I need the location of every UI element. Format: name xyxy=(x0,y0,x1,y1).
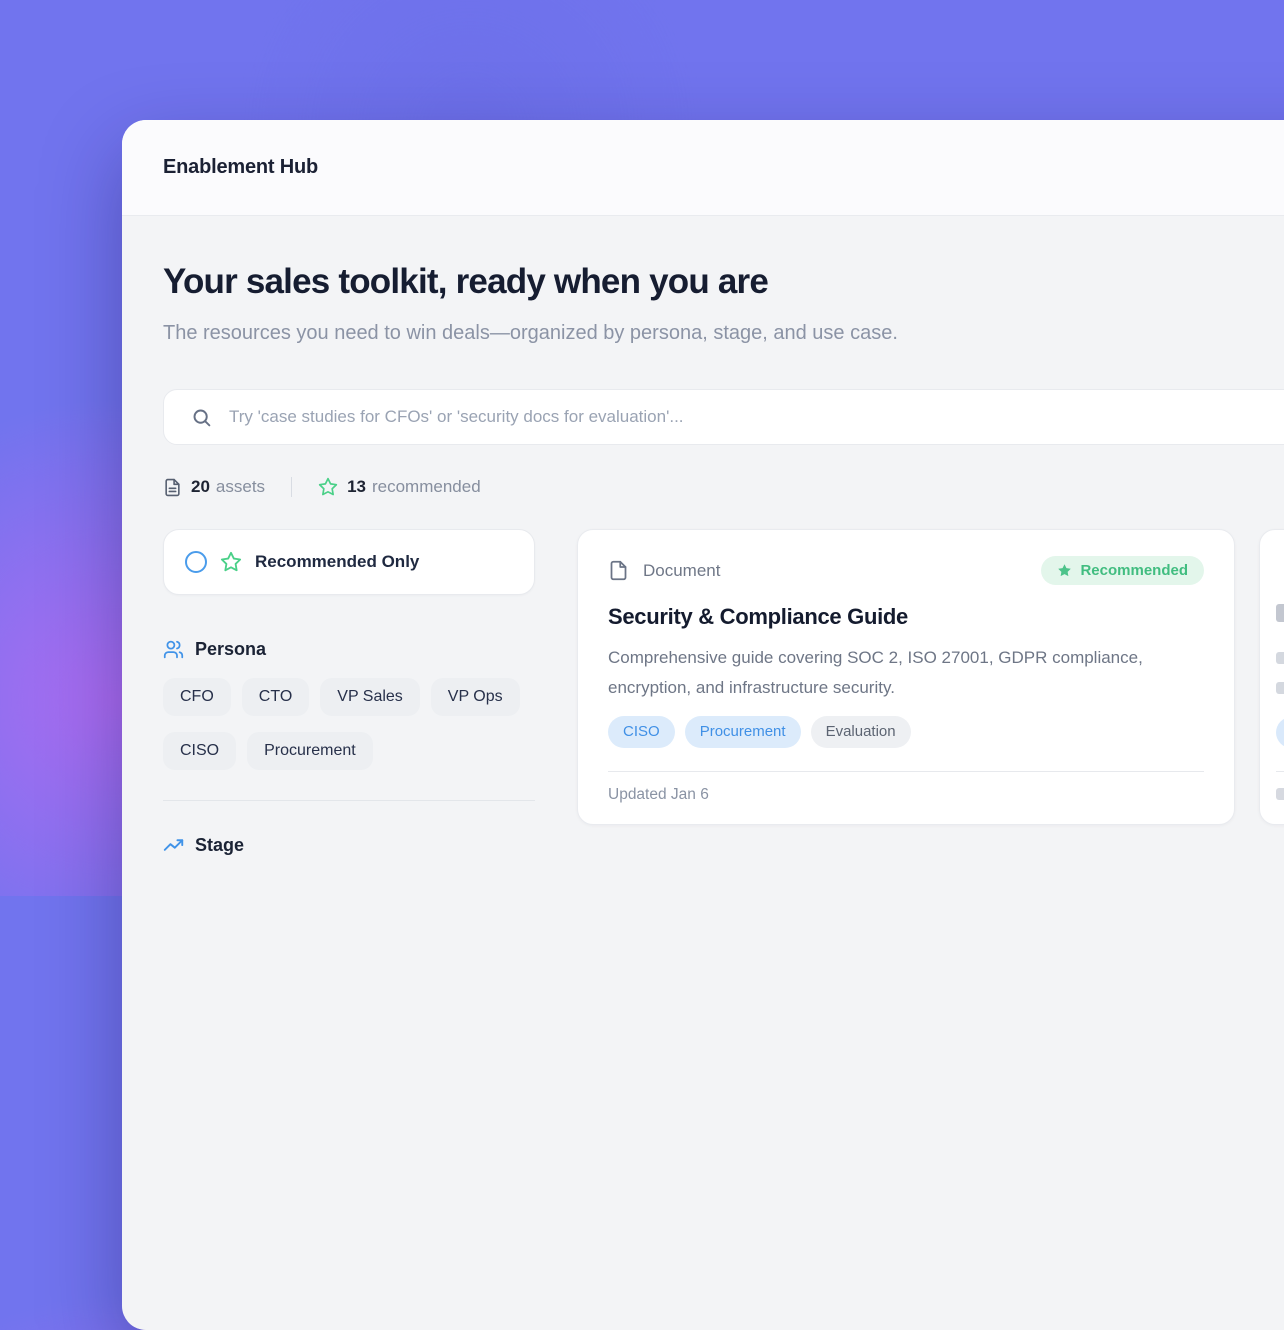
partial-tag-fragment xyxy=(1276,717,1284,748)
card-updated: Updated Jan 6 xyxy=(608,786,1204,804)
persona-chip-ciso[interactable]: CISO xyxy=(163,732,236,770)
card-type-label: Document xyxy=(643,561,720,581)
stats-row: 20 assets 13 recommended xyxy=(163,477,1284,497)
card-tags: CISO Procurement Evaluation xyxy=(608,716,1204,748)
card-description: Comprehensive guide covering SOC 2, ISO … xyxy=(608,643,1204,703)
stage-header: Stage xyxy=(163,835,535,856)
app-window: Enablement Hub Your sales toolkit, ready… xyxy=(122,120,1284,1330)
partial-title-fragment xyxy=(1276,604,1284,622)
persona-chip-cfo[interactable]: CFO xyxy=(163,678,231,716)
recommended-stat: 13 recommended xyxy=(318,477,481,497)
radio-circle[interactable] xyxy=(185,551,207,573)
card-top-row: Document Recommended xyxy=(608,556,1204,585)
persona-chip-cto[interactable]: CTO xyxy=(242,678,309,716)
persona-chip-procurement[interactable]: Procurement xyxy=(247,732,373,770)
users-icon xyxy=(163,639,195,660)
assets-label: assets xyxy=(216,477,265,497)
tag-procurement[interactable]: Procurement xyxy=(685,716,801,748)
card-divider xyxy=(608,771,1204,772)
recommended-only-label: Recommended Only xyxy=(255,552,419,572)
persona-title: Persona xyxy=(195,639,266,660)
app-title: Enablement Hub xyxy=(163,156,318,179)
partial-description-fragment xyxy=(1276,652,1284,664)
page-title: Your sales toolkit, ready when you are xyxy=(163,262,1284,302)
partial-description-fragment xyxy=(1276,682,1284,694)
partial-updated-fragment xyxy=(1276,788,1284,800)
assets-stat: 20 assets xyxy=(163,477,265,497)
card-title: Security & Compliance Guide xyxy=(608,604,1204,630)
search-input[interactable] xyxy=(227,406,1284,428)
tag-evaluation[interactable]: Evaluation xyxy=(811,716,911,748)
tag-ciso[interactable]: CISO xyxy=(608,716,675,748)
persona-header: Persona xyxy=(163,639,535,660)
stage-title: Stage xyxy=(195,835,244,856)
card-type: Document xyxy=(608,559,720,582)
window-body: Your sales toolkit, ready when you are T… xyxy=(122,216,1284,856)
search-bar[interactable] xyxy=(163,389,1284,445)
search-icon xyxy=(191,407,212,428)
asset-card-partial[interactable] xyxy=(1259,529,1284,825)
persona-filter-section: Persona CFO CTO VP Sales VP Ops CISO Pro… xyxy=(163,639,535,770)
recommended-only-toggle[interactable]: Recommended Only xyxy=(163,529,535,595)
stats-divider xyxy=(291,477,292,497)
star-icon xyxy=(207,551,242,573)
filters-sidebar: Recommended Only xyxy=(163,529,535,856)
sidebar-divider xyxy=(163,800,535,801)
star-icon xyxy=(318,477,347,497)
assets-count: 20 xyxy=(191,477,210,497)
trending-up-icon xyxy=(163,835,195,856)
recommended-label: recommended xyxy=(372,477,481,497)
asset-card-security-compliance-guide[interactable]: Document Recommended xyxy=(577,529,1235,825)
persona-chips: CFO CTO VP Sales VP Ops CISO Procurement xyxy=(163,678,535,770)
stage-filter-section: Stage xyxy=(163,835,535,856)
window-header: Enablement Hub xyxy=(122,120,1284,216)
badge-label: Recommended xyxy=(1080,562,1188,579)
asset-cards: Document Recommended xyxy=(577,529,1284,825)
recommended-badge: Recommended xyxy=(1041,556,1204,585)
partial-divider-fragment xyxy=(1276,771,1284,772)
persona-chip-vp-sales[interactable]: VP Sales xyxy=(320,678,420,716)
persona-chip-vp-ops[interactable]: VP Ops xyxy=(431,678,520,716)
file-icon xyxy=(608,559,643,582)
page-subtitle: The resources you need to win deals—orga… xyxy=(163,316,908,351)
star-filled-icon xyxy=(1057,563,1080,578)
recommended-count: 13 xyxy=(347,477,366,497)
file-text-icon xyxy=(163,478,191,497)
